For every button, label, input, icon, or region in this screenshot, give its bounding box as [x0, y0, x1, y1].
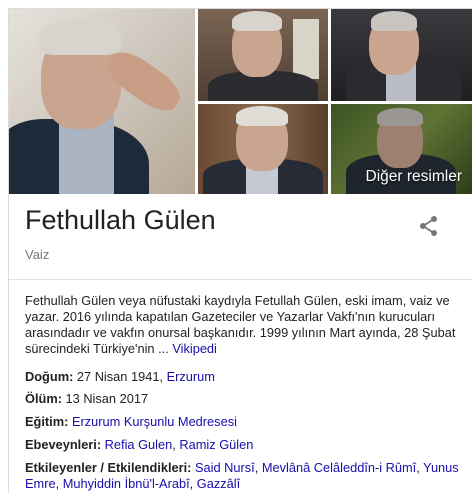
photo-2[interactable] [198, 9, 328, 101]
description: Fethullah Gülen veya nüfustaki kaydıyla … [25, 293, 460, 357]
fact-label: Doğum: [25, 369, 74, 384]
fact-education: Eğitim: Erzurum Kurşunlu Medresesi [25, 414, 465, 430]
image-grid: Diğer resimler [9, 9, 472, 194]
share-icon[interactable] [417, 214, 441, 238]
influence-link[interactable]: Gazzâlî [197, 476, 240, 491]
fact-parents: Ebeveynleri: Refia Gulen, Ramiz Gülen [25, 437, 254, 452]
birth-date: 27 Nisan 1941, [76, 369, 163, 384]
fact-birth: Doğum: 27 Nisan 1941, Erzurum [25, 369, 465, 385]
entity-subtitle: Vaiz [25, 247, 50, 262]
fact-influences: Etkileyenler / Etkilendikleri: Said Nurs… [25, 460, 459, 491]
fact-label: Ölüm: [25, 391, 62, 406]
entity-title: Fethullah Gülen [25, 205, 216, 235]
influence-link[interactable]: Muhyiddin İbnü'l-Arabî [63, 476, 190, 491]
education-link[interactable]: Erzurum Kurşunlu Medresesi [72, 414, 237, 429]
photo-4[interactable] [198, 104, 328, 194]
photo-3[interactable] [331, 9, 472, 101]
more-images-link[interactable]: Diğer resimler [366, 168, 462, 186]
influence-link[interactable]: Mevlânâ Celâleddîn-i Rûmî [262, 460, 416, 475]
knowledge-panel: Diğer resimler Fethullah Gülen Vaiz Feth… [8, 8, 472, 493]
parent-link[interactable]: Ramiz Gülen [179, 437, 253, 452]
fact-label: Ebeveynleri: [25, 437, 102, 452]
fact-label: Eğitim: [25, 414, 69, 429]
fact-label: Etkileyenler / Etkilendikleri: [25, 460, 192, 475]
divider [9, 279, 472, 280]
death-date: 13 Nisan 2017 [65, 391, 149, 406]
photo-5[interactable]: Diğer resimler [331, 104, 472, 194]
main-photo[interactable] [9, 9, 195, 194]
influence-link[interactable]: Said Nursî [195, 460, 255, 475]
description-text: Fethullah Gülen veya nüfustaki kaydıyla … [25, 293, 456, 356]
parent-link[interactable]: Refia Gulen [105, 437, 173, 452]
source-link[interactable]: Vikipedi [172, 341, 217, 356]
birth-place-link[interactable]: Erzurum [167, 369, 215, 384]
fact-death: Ölüm: 13 Nisan 2017 [25, 391, 465, 407]
